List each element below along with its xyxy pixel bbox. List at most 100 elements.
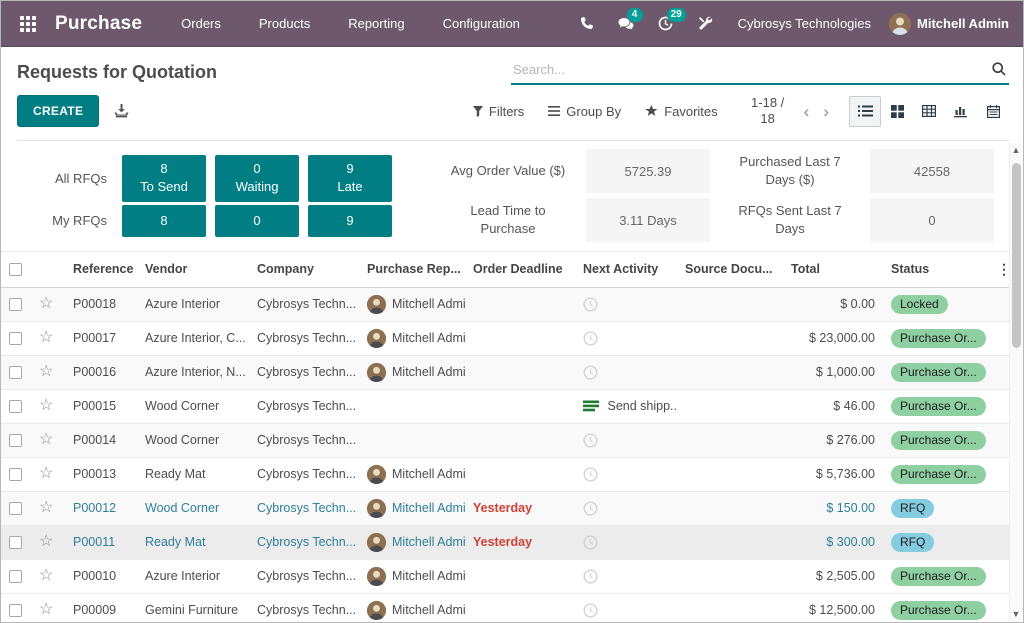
cell-reference[interactable]: P00014 xyxy=(73,433,116,447)
table-row[interactable]: ☆ P00011 Ready Mat Cybrosys Techn... Mit… xyxy=(1,525,1011,559)
row-checkbox[interactable] xyxy=(9,604,22,617)
group-by-button[interactable]: Group By xyxy=(538,98,631,125)
all-waiting-button[interactable]: 0Waiting xyxy=(215,155,299,202)
row-checkbox[interactable] xyxy=(9,536,22,549)
my-to-send-button[interactable]: 8 xyxy=(122,205,206,237)
activities-button[interactable]: 29 xyxy=(648,6,684,42)
activity-clock-icon[interactable] xyxy=(583,433,598,448)
col-order-deadline[interactable]: Order Deadline xyxy=(465,251,575,287)
export-button[interactable] xyxy=(113,103,130,119)
table-row[interactable]: ☆ P00010 Azure Interior Cybrosys Techn..… xyxy=(1,559,1011,593)
cell-reference[interactable]: P00017 xyxy=(73,331,116,345)
table-row[interactable]: ☆ P00013 Ready Mat Cybrosys Techn... Mit… xyxy=(1,457,1011,491)
row-checkbox[interactable] xyxy=(9,332,22,345)
all-late-button[interactable]: 9Late xyxy=(308,155,392,202)
my-waiting-button[interactable]: 0 xyxy=(215,205,299,237)
menu-reporting[interactable]: Reporting xyxy=(333,8,419,39)
all-to-send-button[interactable]: 8To Send xyxy=(122,155,206,202)
cell-reference[interactable]: P00018 xyxy=(73,297,116,311)
activity-clock-icon[interactable] xyxy=(583,603,598,618)
table-row[interactable]: ☆ P00015 Wood Corner Cybrosys Techn... xyxy=(1,389,1011,423)
app-name[interactable]: Purchase xyxy=(55,13,142,35)
cell-reference[interactable]: P00011 xyxy=(73,535,115,549)
cell-reference[interactable]: P00015 xyxy=(73,399,116,413)
activity-clock-icon[interactable] xyxy=(583,467,598,482)
col-reference[interactable]: Reference xyxy=(65,251,137,287)
graph-view-button[interactable] xyxy=(945,96,977,127)
col-company[interactable]: Company xyxy=(249,251,359,287)
col-status[interactable]: Status xyxy=(883,251,989,287)
search-input[interactable] xyxy=(513,62,991,77)
cell-reference[interactable]: P00013 xyxy=(73,467,116,481)
scroll-down-icon[interactable]: ▼ xyxy=(1012,607,1021,621)
messages-button[interactable]: 4 xyxy=(608,6,644,42)
activity-clock-icon[interactable] xyxy=(583,501,598,516)
row-checkbox[interactable] xyxy=(9,366,22,379)
favorite-star-icon[interactable]: ☆ xyxy=(39,567,53,584)
row-checkbox[interactable] xyxy=(9,570,22,583)
activity-clock-icon[interactable] xyxy=(583,569,598,584)
favorites-button[interactable]: Favorites xyxy=(635,98,727,125)
vertical-scrollbar[interactable]: ▲ ▼ xyxy=(1009,143,1022,621)
activity-clock-icon[interactable] xyxy=(583,535,598,550)
favorite-star-icon[interactable]: ☆ xyxy=(39,601,53,618)
favorite-star-icon[interactable]: ☆ xyxy=(39,431,53,448)
col-purchase-rep[interactable]: Purchase Rep... xyxy=(359,251,465,287)
my-late-button[interactable]: 9 xyxy=(308,205,392,237)
list-view-button[interactable] xyxy=(849,96,881,127)
menu-products[interactable]: Products xyxy=(244,8,325,39)
kanban-view-button[interactable] xyxy=(881,96,913,127)
company-switcher[interactable]: Cybrosys Technologies xyxy=(728,16,885,31)
shipping-icon[interactable] xyxy=(583,400,599,413)
create-button[interactable]: CREATE xyxy=(17,95,99,127)
filters-button[interactable]: Filters xyxy=(463,98,534,125)
table-row[interactable]: ☆ P00016 Azure Interior, N... Cybrosys T… xyxy=(1,355,1011,389)
row-checkbox[interactable] xyxy=(9,400,22,413)
my-rfqs-label[interactable]: My RFQs xyxy=(37,205,113,237)
activity-clock-icon[interactable] xyxy=(583,297,598,312)
calendar-view-button[interactable] xyxy=(977,96,1009,127)
pivot-view-button[interactable] xyxy=(913,96,945,127)
menu-configuration[interactable]: Configuration xyxy=(428,8,535,39)
table-row[interactable]: ☆ P00017 Azure Interior, C... Cybrosys T… xyxy=(1,321,1011,355)
row-checkbox[interactable] xyxy=(9,468,22,481)
table-row[interactable]: ☆ P00009 Gemini Furniture Cybrosys Techn… xyxy=(1,593,1011,623)
select-all-checkbox[interactable] xyxy=(9,263,22,276)
cell-reference[interactable]: P00010 xyxy=(73,569,116,583)
pager-next-button[interactable]: › xyxy=(823,103,829,120)
row-checkbox[interactable] xyxy=(9,502,22,515)
favorite-star-icon[interactable]: ☆ xyxy=(39,329,53,346)
col-next-activity[interactable]: Next Activity xyxy=(575,251,677,287)
voip-phone-button[interactable] xyxy=(568,6,604,42)
menu-orders[interactable]: Orders xyxy=(166,8,236,39)
table-row[interactable]: ☆ P00012 Wood Corner Cybrosys Techn... M… xyxy=(1,491,1011,525)
search-icon[interactable] xyxy=(991,61,1007,77)
row-checkbox[interactable] xyxy=(9,298,22,311)
cell-reference[interactable]: P00009 xyxy=(73,603,116,617)
col-source-document[interactable]: Source Docu... xyxy=(677,251,783,287)
apps-menu-icon[interactable] xyxy=(11,7,45,41)
table-row[interactable]: ☆ P00014 Wood Corner Cybrosys Techn... xyxy=(1,423,1011,457)
cell-reference[interactable]: P00012 xyxy=(73,501,116,515)
row-checkbox[interactable] xyxy=(9,434,22,447)
favorite-star-icon[interactable]: ☆ xyxy=(39,533,53,550)
activity-clock-icon[interactable] xyxy=(583,331,598,346)
table-row[interactable]: ☆ P00018 Azure Interior Cybrosys Techn..… xyxy=(1,287,1011,321)
col-vendor[interactable]: Vendor xyxy=(137,251,249,287)
favorite-star-icon[interactable]: ☆ xyxy=(39,363,53,380)
developer-tools-button[interactable] xyxy=(688,6,724,42)
favorite-star-icon[interactable]: ☆ xyxy=(39,397,53,414)
cell-activity-text[interactable]: Send shipp... xyxy=(607,399,677,413)
favorite-star-icon[interactable]: ☆ xyxy=(39,465,53,482)
avatar xyxy=(367,601,386,620)
favorite-star-icon[interactable]: ☆ xyxy=(39,499,53,516)
cell-reference[interactable]: P00016 xyxy=(73,365,116,379)
favorite-star-icon[interactable]: ☆ xyxy=(39,295,53,312)
user-menu[interactable]: Mitchell Admin xyxy=(889,13,1011,35)
scrollbar-thumb[interactable] xyxy=(1012,163,1021,348)
col-total[interactable]: Total xyxy=(783,251,883,287)
activity-clock-icon[interactable] xyxy=(583,365,598,380)
scroll-up-icon[interactable]: ▲ xyxy=(1012,143,1021,157)
all-rfqs-label[interactable]: All RFQs xyxy=(37,155,113,202)
pager-previous-button[interactable]: ‹ xyxy=(804,103,810,120)
